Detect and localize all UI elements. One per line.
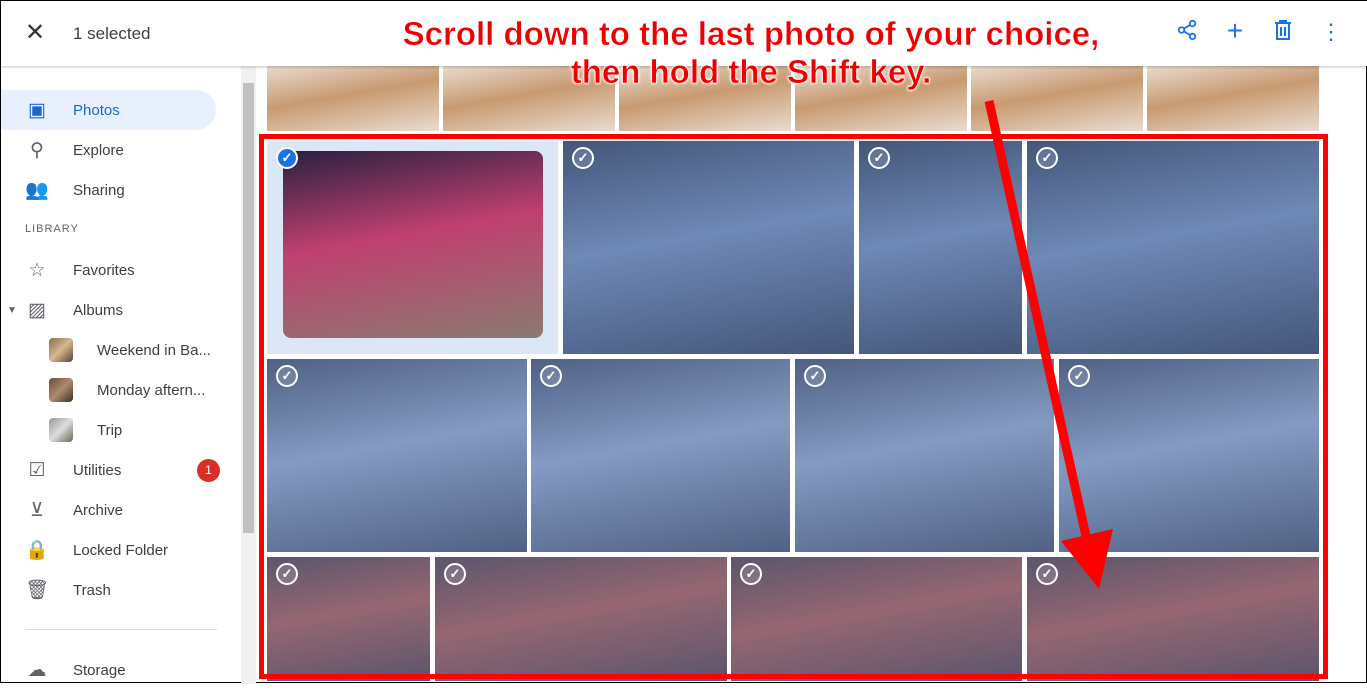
archive-icon: ⊻ xyxy=(30,499,44,521)
divider xyxy=(25,629,217,630)
cloud-icon: ☁ xyxy=(27,659,47,681)
sidebar-item-photos[interactable]: ▣ Photos xyxy=(1,90,216,130)
checkbox-icon[interactable]: ✓ xyxy=(444,563,466,585)
checkbox-icon[interactable]: ✓ xyxy=(276,147,298,169)
album-item[interactable]: Monday aftern... xyxy=(1,370,216,410)
photo-image xyxy=(283,151,543,338)
photo-icon: ▣ xyxy=(28,99,46,121)
photo-tile[interactable]: ✓ xyxy=(859,141,1022,354)
sidebar-item-storage[interactable]: ☁ Storage xyxy=(1,650,216,690)
selection-overlay xyxy=(267,359,527,552)
selection-overlay xyxy=(1027,557,1319,681)
scrollbar-thumb[interactable] xyxy=(243,83,254,533)
sidebar-item-label: Locked Folder xyxy=(73,541,169,559)
sidebar-item-archive[interactable]: ⊻ Archive xyxy=(1,490,216,530)
selection-overlay xyxy=(563,141,854,354)
lock-icon: 🔒 xyxy=(25,540,49,561)
sidebar-item-albums[interactable]: ▼ ▨ Albums xyxy=(1,290,216,330)
sidebar-item-label: Favorites xyxy=(73,261,135,279)
album-label: Trip xyxy=(97,421,123,439)
annotation-line-2: then hold the Shift key. xyxy=(570,53,932,91)
photo-tile[interactable]: ✓ xyxy=(795,359,1054,552)
trash-icon: 🗑 xyxy=(25,580,50,601)
photo-tile[interactable]: ✓ xyxy=(531,359,790,552)
library-heading: LIBRARY xyxy=(25,223,79,235)
people-icon: 👥 xyxy=(25,180,49,201)
sidebar-item-label: Sharing xyxy=(73,181,125,199)
photo-tile[interactable]: ✓ xyxy=(1027,141,1319,354)
checkbox-icon[interactable]: ✓ xyxy=(1036,147,1058,169)
photo-tile[interactable]: ✓ xyxy=(435,557,727,681)
sidebar-item-label: Albums xyxy=(73,301,124,319)
sidebar-item-label: Explore xyxy=(73,141,124,159)
selection-overlay xyxy=(1027,141,1319,354)
selection-overlay xyxy=(1059,359,1319,552)
sidebar-item-label: Trash xyxy=(73,581,111,599)
checkbox-icon[interactable]: ✓ xyxy=(1036,563,1058,585)
instruction-annotation: Scroll down to the last photo of your ch… xyxy=(321,15,1181,91)
album-thumbnail xyxy=(49,378,73,402)
checkbox-icon[interactable]: ✓ xyxy=(804,365,826,387)
search-icon: ⚲ xyxy=(30,139,44,161)
more-vert-icon[interactable]: ⋮ xyxy=(1317,19,1345,45)
photo-tile[interactable]: ✓ xyxy=(267,141,558,354)
photo-tile[interactable]: ✓ xyxy=(267,557,430,681)
checkbox-icon[interactable]: ✓ xyxy=(572,147,594,169)
album-thumbnail xyxy=(49,418,73,442)
selection-count: 1 selected xyxy=(73,24,151,43)
checkbox-icon[interactable]: ✓ xyxy=(276,563,298,585)
album-thumbnail xyxy=(49,338,73,362)
selection-overlay xyxy=(531,359,790,552)
album-item[interactable]: Trip xyxy=(1,410,216,450)
sidebar-item-locked-folder[interactable]: 🔒 Locked Folder xyxy=(1,530,216,570)
photo-tile[interactable]: ✓ xyxy=(267,359,527,552)
album-item[interactable]: Weekend in Ba... xyxy=(1,330,216,370)
photo-tile[interactable]: ✓ xyxy=(1059,359,1319,552)
caret-down-icon[interactable]: ▼ xyxy=(7,305,17,316)
selection-overlay xyxy=(731,557,1022,681)
add-icon[interactable]: + xyxy=(1221,15,1249,47)
selection-overlay xyxy=(435,557,727,681)
checkbox-icon[interactable]: ✓ xyxy=(540,365,562,387)
star-icon: ☆ xyxy=(28,259,46,281)
sidebar: ▣ Photos ⚲ Explore 👥 Sharing LIBRARY ☆ Favor… xyxy=(1,66,241,684)
photo-tile[interactable]: ✓ xyxy=(1027,557,1319,681)
sidebar-item-label: Utilities xyxy=(73,461,122,479)
sidebar-item-trash[interactable]: 🗑 Trash xyxy=(1,570,216,610)
checkbox-icon[interactable]: ✓ xyxy=(1068,365,1090,387)
photo-tile[interactable]: ✓ xyxy=(731,557,1022,681)
sidebar-item-label: Photos xyxy=(73,101,120,119)
selection-overlay xyxy=(795,359,1054,552)
utilities-icon: ☑ xyxy=(28,459,46,481)
sidebar-item-label: Archive xyxy=(73,501,124,519)
album-label: Weekend in Ba... xyxy=(97,341,211,359)
album-icon: ▨ xyxy=(28,299,46,321)
sidebar-item-favorites[interactable]: ☆ Favorites xyxy=(1,250,216,290)
sidebar-item-label: Storage xyxy=(73,661,126,679)
trash-icon[interactable] xyxy=(1269,19,1297,47)
checkbox-icon[interactable]: ✓ xyxy=(740,563,762,585)
selection-overlay xyxy=(859,141,1022,354)
checkbox-icon[interactable]: ✓ xyxy=(868,147,890,169)
album-label: Monday aftern... xyxy=(97,381,206,399)
close-icon[interactable]: ✕ xyxy=(25,21,45,45)
sidebar-item-utilities[interactable]: ☑ Utilities 1 xyxy=(1,450,220,490)
sidebar-item-sharing[interactable]: 👥 Sharing xyxy=(1,170,216,210)
sidebar-item-explore[interactable]: ⚲ Explore xyxy=(1,130,216,170)
photo-tile[interactable]: ✓ xyxy=(563,141,854,354)
notification-badge: 1 xyxy=(197,458,220,482)
annotation-line-1: Scroll down to the last photo of your ch… xyxy=(402,15,1100,53)
checkbox-icon[interactable]: ✓ xyxy=(276,365,298,387)
